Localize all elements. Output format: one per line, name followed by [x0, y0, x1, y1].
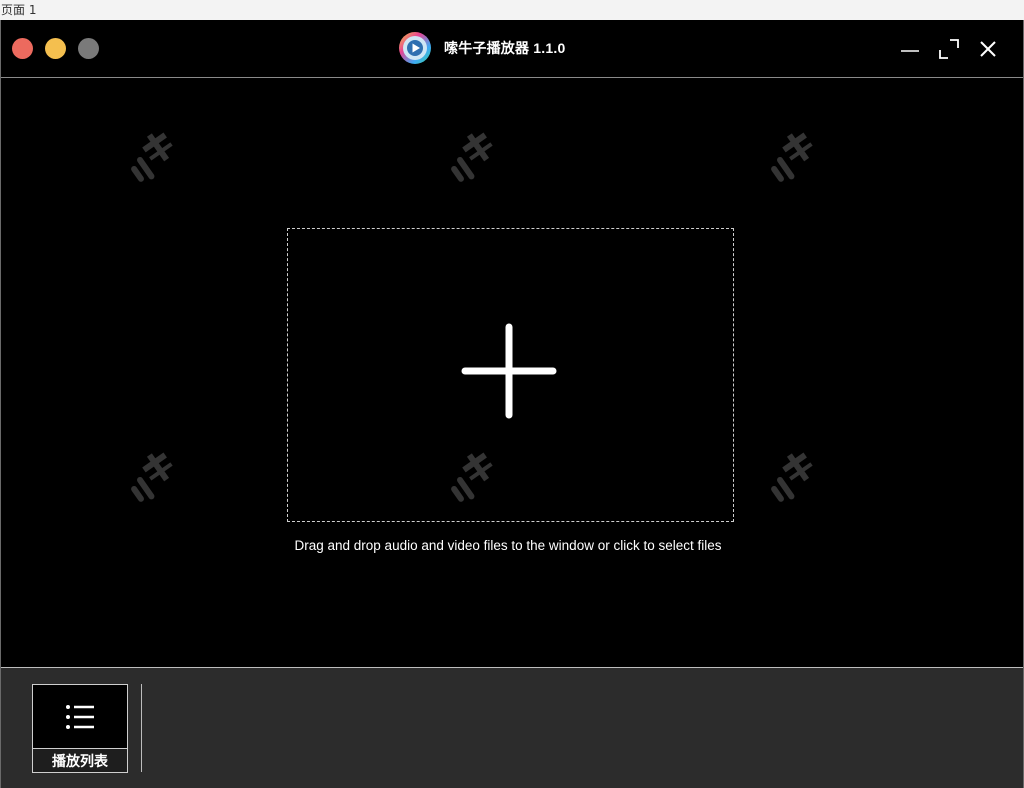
- traffic-minimize-button[interactable]: [45, 38, 66, 59]
- file-drop-zone[interactable]: [287, 228, 734, 522]
- title-bar[interactable]: 嗦牛子播放器 1.1.0: [1, 20, 1023, 78]
- maximize-button[interactable]: [937, 37, 961, 61]
- list-icon: [66, 704, 94, 729]
- toolbar-divider: [141, 684, 142, 772]
- minimize-icon: [901, 50, 919, 52]
- drop-hint-text: Drag and drop audio and video files to t…: [294, 538, 722, 553]
- player-window: 嗦牛子播放器 1.1.0 Drag and drop audio and vid…: [0, 20, 1024, 788]
- plus-icon: [461, 323, 557, 419]
- page-tab: 页面 1: [0, 0, 1024, 20]
- playlist-label: 播放列表: [33, 748, 127, 772]
- watermark-logo: [771, 132, 813, 182]
- playlist-icon-wrap: [33, 685, 127, 748]
- watermark-logo: [771, 452, 813, 502]
- close-icon: [980, 41, 996, 57]
- app-title: 嗦牛子播放器 1.1.0: [398, 31, 565, 65]
- play-disc-icon: [399, 32, 431, 64]
- watermark-logo: [451, 132, 493, 182]
- watermark-logo: [131, 452, 173, 502]
- close-button[interactable]: [976, 37, 1000, 61]
- page-tab-label: 页面 1: [1, 3, 37, 17]
- playlist-button[interactable]: 播放列表: [32, 684, 128, 773]
- video-stage[interactable]: Drag and drop audio and video files to t…: [1, 79, 1023, 667]
- bottom-toolbar: 播放列表: [1, 667, 1023, 788]
- traffic-zoom-button[interactable]: [78, 38, 99, 59]
- maximize-icon: [939, 39, 959, 59]
- watermark-logo: [131, 132, 173, 182]
- app-name: 嗦牛子播放器 1.1.0: [444, 40, 566, 56]
- minimize-button[interactable]: [898, 37, 922, 61]
- traffic-close-button[interactable]: [12, 38, 33, 59]
